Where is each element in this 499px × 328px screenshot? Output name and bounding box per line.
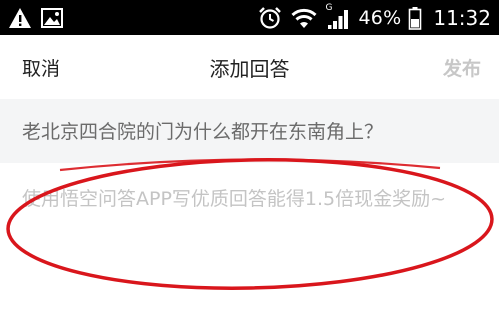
page-title: 添加回答: [209, 57, 290, 81]
status-bar-left: [8, 5, 64, 31]
question-title: 老北京四合院的门为什么都开在东南角上？: [22, 121, 384, 143]
battery-icon: [409, 6, 422, 30]
signal-indicator: G: [326, 3, 352, 30]
image-icon: [41, 8, 63, 28]
cancel-button[interactable]: 取消: [22, 54, 60, 81]
clock: 11:32: [433, 5, 491, 30]
answer-placeholder: 使用悟空问答APP写优质回答能得1.5倍现金奖励~: [22, 188, 447, 210]
answer-editor[interactable]: 使用悟空问答APP写优质回答能得1.5倍现金奖励~: [0, 163, 499, 328]
status-bar-right: G 46% 11:32: [258, 0, 491, 35]
battery-percent: 46%: [358, 6, 402, 29]
question-section: 老北京四合院的门为什么都开在东南角上？: [0, 99, 499, 163]
signal-icon: [327, 9, 348, 29]
publish-button[interactable]: 发布: [443, 54, 481, 81]
top-nav-bar: 添加回答 取消 发布: [0, 35, 499, 99]
warning-icon: [9, 8, 31, 28]
alarm-icon: [258, 6, 281, 29]
wifi-icon: [290, 8, 317, 28]
status-bar: G 46% 11:32: [0, 0, 499, 35]
